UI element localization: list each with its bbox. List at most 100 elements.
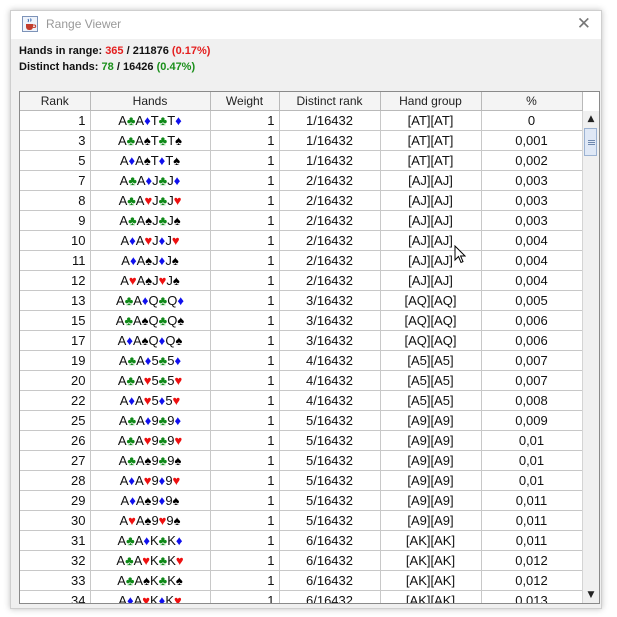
cell-hands: A♣A♦J♣J♦ xyxy=(90,170,211,191)
cell-percent: 0,011 xyxy=(481,490,583,511)
table-row[interactable]: 13 A♣A♦Q♣Q♦ 1 3/16432 [AQ][AQ] 0,005 xyxy=(20,290,583,311)
table-row[interactable]: 10 A♦A♥J♦J♥ 1 2/16432 [AJ][AJ] 0,004 xyxy=(20,230,583,251)
cell-weight: 1 xyxy=(210,330,280,351)
cell-hands: A♣A♥J♣J♥ xyxy=(90,190,211,211)
cell-weight: 1 xyxy=(210,110,280,131)
cell-percent: 0,004 xyxy=(481,250,583,271)
cell-percent: 0,011 xyxy=(481,530,583,551)
cell-distinct-rank: 5/16432 xyxy=(279,470,381,491)
cell-hand-group: [AJ][AJ] xyxy=(380,190,482,211)
cell-hands: A♣A♠9♣9♠ xyxy=(90,450,211,471)
cell-percent: 0,008 xyxy=(481,390,583,411)
cell-hands: A♣A♦9♣9♦ xyxy=(90,410,211,431)
hands-total: 211876 xyxy=(132,45,169,57)
close-button[interactable]: ✕ xyxy=(577,14,591,34)
cell-hand-group: [A9][A9] xyxy=(380,450,482,471)
cell-hand-group: [AJ][AJ] xyxy=(380,170,482,191)
cell-distinct-rank: 2/16432 xyxy=(279,190,381,211)
table-row[interactable]: 20 A♣A♥5♣5♥ 1 4/16432 [A5][A5] 0,007 xyxy=(20,370,583,391)
cell-percent: 0,011 xyxy=(481,510,583,531)
column-header-hands[interactable]: Hands xyxy=(90,92,211,111)
cell-rank: 33 xyxy=(20,570,91,591)
cell-rank: 26 xyxy=(20,430,91,451)
distinct-separator: / xyxy=(116,61,120,73)
cell-rank: 28 xyxy=(20,470,91,491)
cell-hand-group: [A9][A9] xyxy=(380,510,482,531)
cell-rank: 27 xyxy=(20,450,91,471)
cell-hands: A♦A♥J♦J♥ xyxy=(90,230,211,251)
scroll-thumb[interactable] xyxy=(584,128,597,156)
column-header-percent[interactable]: % xyxy=(481,92,583,111)
cell-distinct-rank: 6/16432 xyxy=(279,590,381,603)
table-row[interactable]: 7 A♣A♦J♣J♦ 1 2/16432 [AJ][AJ] 0,003 xyxy=(20,170,583,191)
table-row[interactable]: 28 A♦A♥9♦9♥ 1 5/16432 [A9][A9] 0,01 xyxy=(20,470,583,491)
cell-weight: 1 xyxy=(210,570,280,591)
cell-percent: 0,006 xyxy=(481,330,583,351)
hands-separator: / xyxy=(126,45,130,57)
vertical-scrollbar[interactable]: ▲ ▼ xyxy=(582,111,599,603)
table-row[interactable]: 29 A♦A♠9♦9♠ 1 5/16432 [A9][A9] 0,011 xyxy=(20,490,583,511)
cell-rank: 9 xyxy=(20,210,91,231)
table-row[interactable]: 8 A♣A♥J♣J♥ 1 2/16432 [AJ][AJ] 0,003 xyxy=(20,190,583,211)
table-row[interactable]: 30 A♥A♠9♥9♠ 1 5/16432 [A9][A9] 0,011 xyxy=(20,510,583,531)
cell-weight: 1 xyxy=(210,450,280,471)
table-row[interactable]: 32 A♣A♥K♣K♥ 1 6/16432 [AK][AK] 0,012 xyxy=(20,550,583,571)
column-header-rank[interactable]: Rank xyxy=(20,92,91,111)
cell-hands: A♣A♥K♣K♥ xyxy=(90,550,211,571)
title-bar[interactable]: Range Viewer ✕ xyxy=(11,11,601,39)
table-row[interactable]: 9 A♣A♠J♣J♠ 1 2/16432 [AJ][AJ] 0,003 xyxy=(20,210,583,231)
cell-rank: 7 xyxy=(20,170,91,191)
cell-percent: 0 xyxy=(481,110,583,131)
cell-weight: 1 xyxy=(210,250,280,271)
cell-hand-group: [AK][AK] xyxy=(380,530,482,551)
table-row[interactable]: 5 A♦A♠T♦T♠ 1 1/16432 [AT][AT] 0,002 xyxy=(20,150,583,171)
cell-percent: 0,004 xyxy=(481,230,583,251)
table-row[interactable]: 15 A♣A♠Q♣Q♠ 1 3/16432 [AQ][AQ] 0,006 xyxy=(20,310,583,331)
table-row[interactable]: 33 A♣A♠K♣K♠ 1 6/16432 [AK][AK] 0,012 xyxy=(20,570,583,591)
cell-rank: 20 xyxy=(20,370,91,391)
table-row[interactable]: 26 A♣A♥9♣9♥ 1 5/16432 [A9][A9] 0,01 xyxy=(20,430,583,451)
cell-distinct-rank: 5/16432 xyxy=(279,450,381,471)
cell-distinct-rank: 6/16432 xyxy=(279,530,381,551)
table-row[interactable]: 11 A♦A♠J♦J♠ 1 2/16432 [AJ][AJ] 0,004 xyxy=(20,250,583,271)
cell-percent: 0,01 xyxy=(481,430,583,451)
table-row[interactable]: 19 A♣A♦5♣5♦ 1 4/16432 [A5][A5] 0,007 xyxy=(20,350,583,371)
cell-hand-group: [A5][A5] xyxy=(380,370,482,391)
mouse-cursor-icon xyxy=(454,245,466,264)
column-header-hand-group[interactable]: Hand group xyxy=(380,92,482,111)
cell-hands: A♣A♠Q♣Q♠ xyxy=(90,310,211,331)
distinct-hands-label: Distinct hands: xyxy=(19,61,99,73)
table-row[interactable]: 3 A♣A♠T♣T♠ 1 1/16432 [AT][AT] 0,001 xyxy=(20,130,583,151)
table-row[interactable]: 12 A♥A♠J♥J♠ 1 2/16432 [AJ][AJ] 0,004 xyxy=(20,270,583,291)
table-row[interactable]: 25 A♣A♦9♣9♦ 1 5/16432 [A9][A9] 0,009 xyxy=(20,410,583,431)
cell-rank: 12 xyxy=(20,270,91,291)
cell-distinct-rank: 1/16432 xyxy=(279,150,381,171)
cell-hand-group: [A5][A5] xyxy=(380,350,482,371)
cell-distinct-rank: 2/16432 xyxy=(279,270,381,291)
cell-distinct-rank: 4/16432 xyxy=(279,350,381,371)
cell-distinct-rank: 3/16432 xyxy=(279,310,381,331)
table-row[interactable]: 31 A♣A♦K♣K♦ 1 6/16432 [AK][AK] 0,011 xyxy=(20,530,583,551)
cell-rank: 34 xyxy=(20,590,91,603)
cell-hands: A♣A♦Q♣Q♦ xyxy=(90,290,211,311)
cell-percent: 0,001 xyxy=(481,130,583,151)
cell-rank: 29 xyxy=(20,490,91,511)
table-row[interactable]: 34 A♦A♥K♦K♥ 1 6/16432 [AK][AK] 0,013 xyxy=(20,590,583,603)
cell-hand-group: [AK][AK] xyxy=(380,550,482,571)
table-row[interactable]: 1 A♣A♦T♣T♦ 1 1/16432 [AT][AT] 0 xyxy=(20,110,583,131)
cell-weight: 1 xyxy=(210,530,280,551)
table-row[interactable]: 17 A♦A♠Q♦Q♠ 1 3/16432 [AQ][AQ] 0,006 xyxy=(20,330,583,351)
column-header-weight[interactable]: Weight xyxy=(210,92,280,111)
cell-rank: 30 xyxy=(20,510,91,531)
table-row[interactable]: 27 A♣A♠9♣9♠ 1 5/16432 [A9][A9] 0,01 xyxy=(20,450,583,471)
cell-hands: A♦A♠Q♦Q♠ xyxy=(90,330,211,351)
table-row[interactable]: 22 A♦A♥5♦5♥ 1 4/16432 [A5][A5] 0,008 xyxy=(20,390,583,411)
cell-percent: 0,012 xyxy=(481,550,583,571)
column-header-distinct-rank[interactable]: Distinct rank xyxy=(279,92,381,111)
cell-percent: 0,002 xyxy=(481,150,583,171)
cell-hands: A♦A♥5♦5♥ xyxy=(90,390,211,411)
scroll-down-arrow-icon[interactable]: ▼ xyxy=(583,587,599,603)
distinct-total: 16426 xyxy=(122,61,154,73)
scroll-up-arrow-icon[interactable]: ▲ xyxy=(583,111,599,127)
cell-distinct-rank: 2/16432 xyxy=(279,170,381,191)
